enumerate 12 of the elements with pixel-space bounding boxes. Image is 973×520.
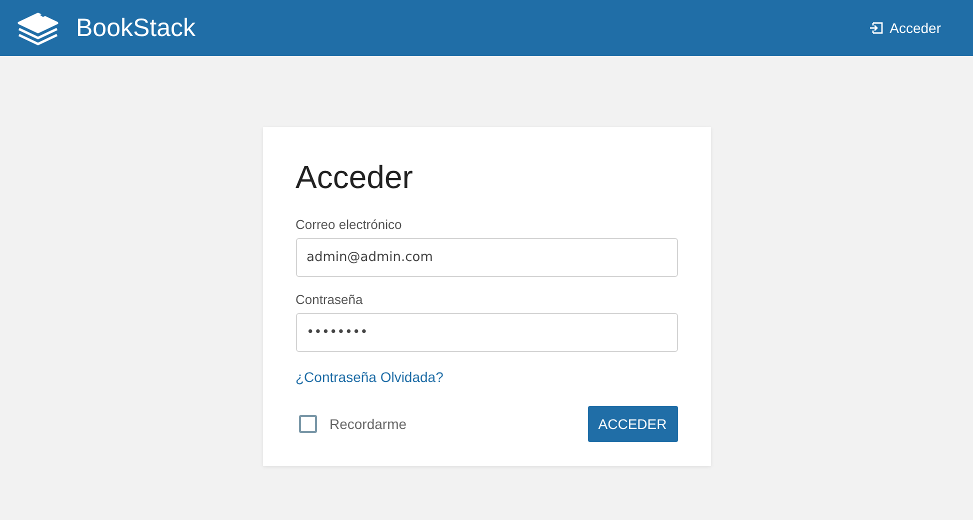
password-field[interactable]: ••••••••: [296, 313, 678, 352]
remember-label: Recordarme: [330, 416, 407, 432]
remember-checkbox[interactable]: [298, 415, 316, 433]
email-field[interactable]: admin@admin.com: [296, 238, 678, 277]
field-label: Contraseña: [296, 292, 363, 307]
login-button[interactable]: ACCEDER: [588, 406, 678, 442]
login-link[interactable]: Acceder: [868, 20, 941, 36]
forgot-password-link[interactable]: ¿Contraseña Olvidada?: [296, 369, 444, 385]
app-name: BookStack: [76, 14, 196, 42]
field-label: Correo electrónico: [296, 217, 402, 232]
login-title: Acceder: [296, 159, 413, 196]
login-icon: [868, 22, 883, 34]
